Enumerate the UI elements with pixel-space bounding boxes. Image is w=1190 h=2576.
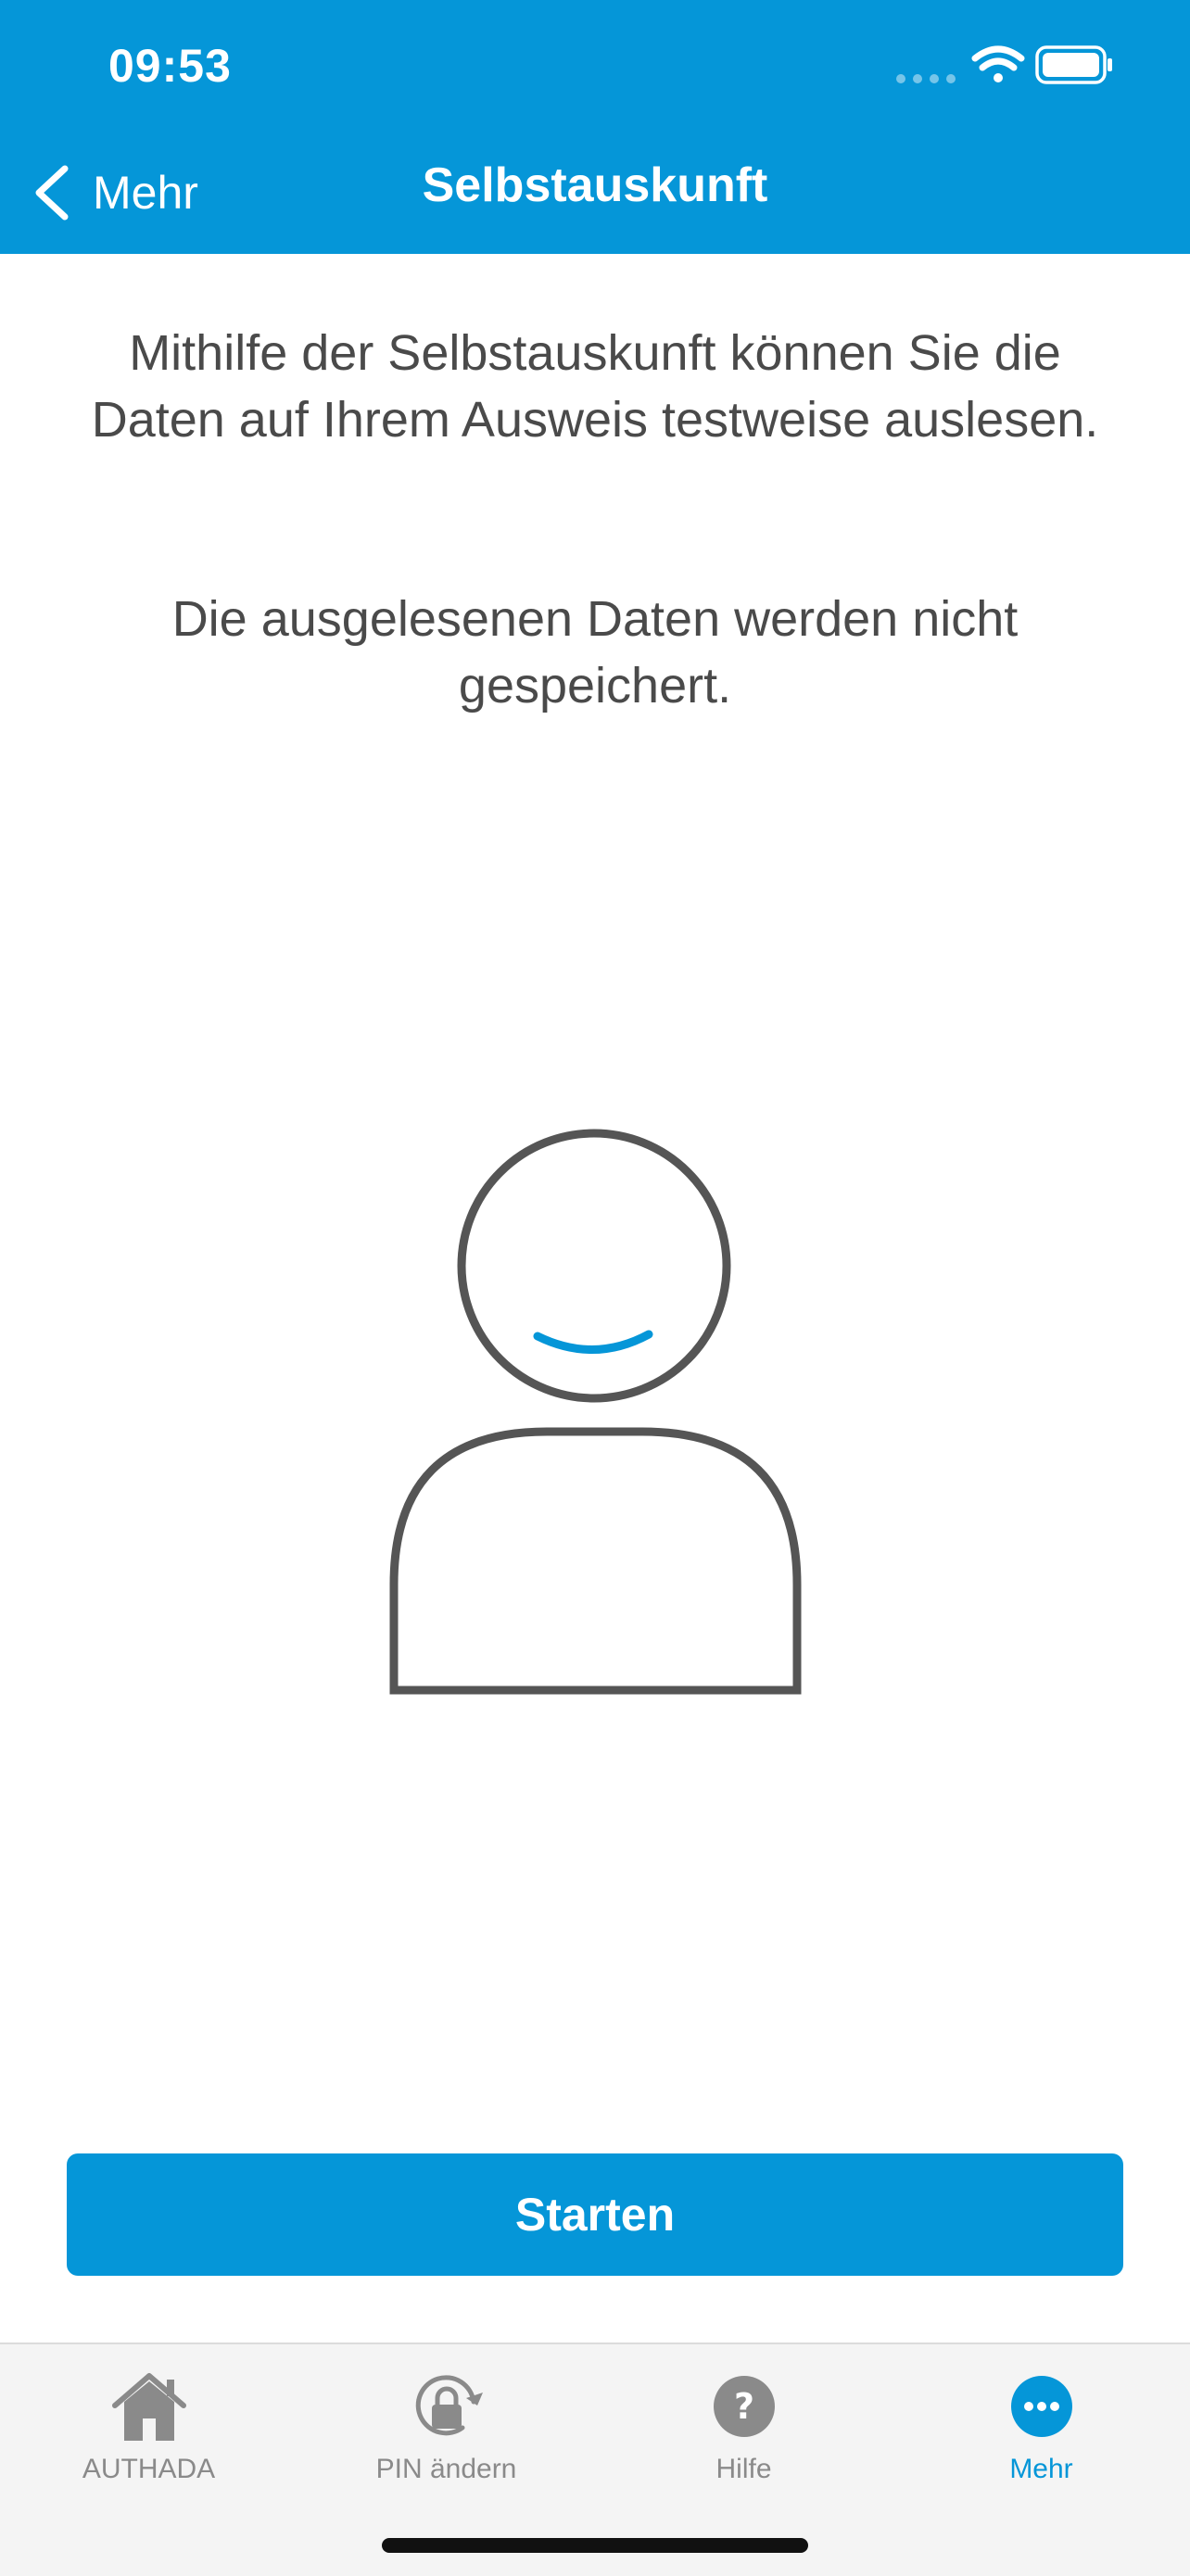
tab-label-pin-aendern: PIN ändern bbox=[375, 2454, 517, 2484]
tab-hilfe[interactable]: ? Hilfe bbox=[595, 2365, 892, 2504]
tab-authada[interactable]: AUTHADA bbox=[0, 2365, 298, 2504]
more-icon bbox=[1010, 2376, 1072, 2437]
tab-mehr[interactable]: Mehr bbox=[892, 2365, 1190, 2504]
info-paragraph-1: Mithilfe der Selbstauskunft können Sie d… bbox=[91, 325, 1099, 448]
status-icons bbox=[896, 45, 1112, 84]
svg-text:?: ? bbox=[733, 2386, 753, 2427]
home-icon bbox=[111, 2373, 186, 2441]
lock-refresh-icon bbox=[415, 2375, 483, 2436]
tab-pin-aendern[interactable]: PIN ändern bbox=[298, 2365, 595, 2504]
start-button[interactable]: Starten bbox=[67, 2153, 1123, 2276]
battery-icon bbox=[1035, 45, 1112, 84]
signal-dots-icon bbox=[896, 74, 956, 83]
wifi-icon bbox=[971, 45, 1025, 82]
tab-label-mehr: Mehr bbox=[1009, 2454, 1073, 2484]
status-time: 09:53 bbox=[108, 40, 232, 92]
help-icon: ? bbox=[713, 2376, 775, 2437]
app-header: 09:53 Mehr Selbstauskunft bbox=[0, 0, 1190, 254]
page-title: Selbstauskunft bbox=[422, 158, 768, 212]
person-illustration bbox=[389, 1129, 802, 1695]
tab-label-authada: AUTHADA bbox=[82, 2454, 216, 2484]
tab-label-hilfe: Hilfe bbox=[715, 2454, 772, 2484]
info-paragraph-2: Die ausgelesenen Daten werden nicht gesp… bbox=[171, 591, 1019, 713]
home-indicator bbox=[382, 2538, 808, 2553]
